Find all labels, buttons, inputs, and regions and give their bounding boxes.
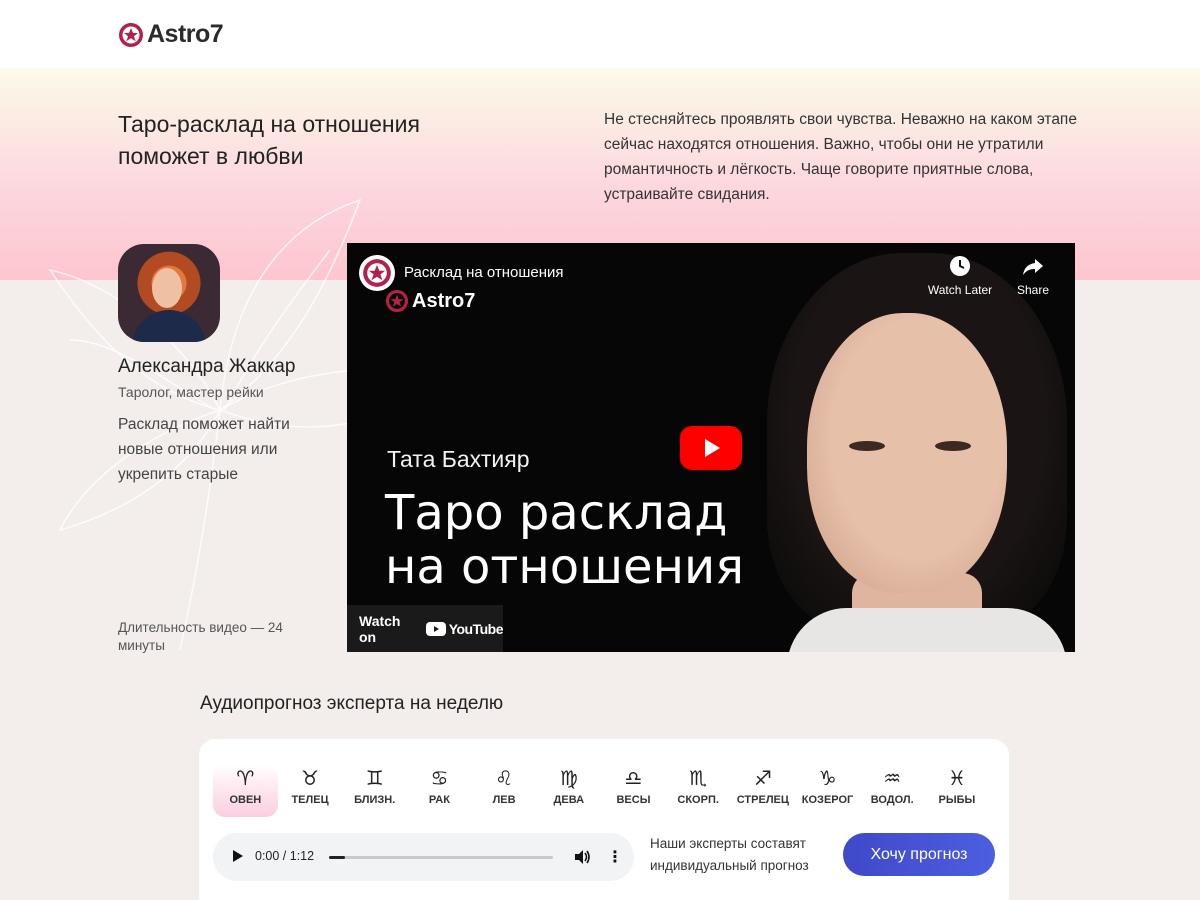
zodiac-sign-icon: ♏ bbox=[689, 766, 708, 790]
hero-text: Не стесняйтесь проявлять свои чувства. Н… bbox=[604, 111, 1077, 203]
channel-avatar[interactable] bbox=[359, 255, 395, 291]
zodiac-label: СТРЕЛЕЦ bbox=[736, 794, 789, 806]
zodiac-sign-icon: ♋ bbox=[430, 766, 449, 790]
video-headline: Таро расклад на отношения bbox=[385, 486, 744, 594]
zodiac-tab[interactable]: ♓ РЫБЫ bbox=[925, 765, 990, 817]
zodiac-label: ВЕСЫ bbox=[616, 794, 651, 806]
audio-section-title: Аудиопрогноз эксперта на неделю bbox=[200, 693, 504, 714]
zodiac-label: РЫБЫ bbox=[938, 794, 976, 806]
zodiac-sign-icon: ♒ bbox=[883, 766, 902, 790]
video-thumbnail-person bbox=[747, 243, 1075, 652]
zodiac-label: РАК bbox=[428, 794, 450, 806]
video-headline-line2: на отношения bbox=[385, 539, 745, 595]
zodiac-label: КОЗЕРОГ bbox=[801, 794, 854, 806]
zodiac-tab[interactable]: ♋ РАК bbox=[407, 765, 472, 817]
zodiac-sign-icon: ♌ bbox=[495, 766, 514, 790]
thumbnail-eye bbox=[849, 441, 885, 451]
author-avatar bbox=[118, 244, 220, 342]
zodiac-tab[interactable]: ♉ ТЕЛЕЦ bbox=[278, 765, 343, 817]
author-role: Таролог, мастер рейки bbox=[118, 384, 264, 400]
youtube-video-embed[interactable]: Расклад на отношения Astro7 Watch Later … bbox=[347, 243, 1075, 652]
watch-later-button[interactable]: Watch Later bbox=[920, 255, 1000, 297]
video-person-name: Тата Бахтияр bbox=[387, 446, 530, 472]
share-button[interactable]: Share bbox=[993, 255, 1073, 297]
zodiac-tab[interactable]: ♌ ЛЕВ bbox=[472, 765, 537, 817]
youtube-wordmark: YouTube bbox=[448, 620, 504, 637]
zodiac-label: СКОРП. bbox=[677, 794, 719, 806]
zodiac-label: ОВЕН bbox=[229, 794, 262, 806]
video-title[interactable]: Расклад на отношения bbox=[404, 264, 564, 281]
audio-progress-track[interactable] bbox=[329, 856, 553, 859]
hero-title: Таро-расклад на отношения поможет в любв… bbox=[118, 111, 420, 169]
video-brand-logo: Astro7 bbox=[385, 289, 475, 313]
video-headline-line1: Таро расклад bbox=[385, 485, 728, 541]
zodiac-sign-icon: ♐ bbox=[753, 766, 772, 790]
zodiac-label: ДЕВА bbox=[553, 794, 585, 806]
zodiac-sign-icon: ♑ bbox=[818, 766, 837, 790]
author-name: Александра Жаккар bbox=[118, 356, 296, 377]
video-brand-name: Astro7 bbox=[412, 289, 476, 312]
zodiac-tab[interactable]: ♍ ДЕВА bbox=[536, 765, 601, 817]
zodiac-sign-icon: ♉ bbox=[301, 766, 319, 790]
thumbnail-eye bbox=[935, 441, 971, 451]
zodiac-sign-icon: ♓ bbox=[947, 766, 966, 790]
want-forecast-button[interactable]: Хочу прогноз bbox=[843, 833, 995, 876]
astro7-star-icon bbox=[363, 259, 391, 287]
zodiac-tab[interactable]: ♈ ОВЕН bbox=[213, 765, 278, 817]
zodiac-tab[interactable]: ♊ БЛИЗН. bbox=[342, 765, 407, 817]
watch-on-youtube-button[interactable]: Watch on YouTube bbox=[347, 605, 504, 652]
zodiac-sign-icon: ♎ bbox=[624, 766, 643, 790]
play-icon[interactable] bbox=[233, 850, 243, 862]
share-label: Share bbox=[1016, 283, 1050, 297]
watch-later-label: Watch Later bbox=[927, 283, 993, 297]
thumbnail-face bbox=[807, 313, 1007, 593]
zodiac-label: ЛЕВ bbox=[492, 794, 516, 806]
clock-icon bbox=[950, 256, 970, 276]
youtube-play-icon bbox=[425, 621, 446, 636]
author-description: Расклад поможет найти новые отношения ил… bbox=[118, 416, 290, 483]
video-duration: Длительность видео — 24 минуты bbox=[118, 620, 283, 653]
avatar-body bbox=[132, 310, 206, 342]
more-options-icon[interactable]: ⋮ bbox=[607, 847, 623, 867]
avatar-face bbox=[152, 268, 182, 308]
zodiac-label: ТЕЛЕЦ bbox=[291, 794, 329, 806]
thumbnail-shirt bbox=[787, 608, 1067, 652]
site-header: Astro7 bbox=[0, 0, 1200, 68]
zodiac-tab[interactable]: ♒ ВОДОЛ. bbox=[860, 765, 925, 817]
zodiac-label: ВОДОЛ. bbox=[870, 794, 914, 806]
zodiac-tab[interactable]: ♎ ВЕСЫ bbox=[601, 765, 666, 817]
audio-forecast-card: ♈ ОВЕН ♉ ТЕЛЕЦ ♊ БЛИЗН. ♋ РАК ♌ ЛЕВ ♍ ДЕВА ♎ ВЕСЫ ♏ СКО… bbox=[199, 739, 1009, 900]
watch-on-label: Watch on bbox=[359, 612, 401, 645]
audio-player[interactable]: 0:00 / 1:12 ⋮ bbox=[213, 833, 634, 881]
youtube-logo: YouTube bbox=[425, 620, 504, 637]
astro7-star-icon bbox=[385, 289, 409, 313]
zodiac-tab[interactable]: ♏ СКОРП. bbox=[666, 765, 731, 817]
zodiac-label: БЛИЗН. bbox=[354, 794, 396, 806]
zodiac-tabs: ♈ ОВЕН ♉ ТЕЛЕЦ ♊ БЛИЗН. ♋ РАК ♌ ЛЕВ ♍ ДЕВА ♎ ВЕСЫ ♏ СКО… bbox=[213, 765, 989, 817]
audio-progress-fill bbox=[329, 856, 345, 859]
zodiac-sign-icon: ♊ bbox=[365, 766, 384, 790]
share-arrow-icon bbox=[1023, 259, 1043, 275]
astro7-star-icon bbox=[119, 22, 143, 47]
play-icon[interactable] bbox=[680, 426, 742, 470]
brand-name: Astro7 bbox=[147, 20, 224, 48]
brand-logo[interactable]: Astro7 bbox=[118, 20, 224, 49]
zodiac-sign-icon: ♍ bbox=[559, 766, 578, 790]
zodiac-sign-icon: ♈ bbox=[236, 766, 255, 790]
zodiac-tab[interactable]: ♑ КОЗЕРОГ bbox=[795, 765, 860, 817]
volume-icon[interactable] bbox=[573, 848, 591, 866]
forecast-hint: Наши эксперты составят индивидуальный пр… bbox=[650, 836, 809, 873]
audio-time: 0:00 / 1:12 bbox=[255, 849, 315, 863]
zodiac-tab[interactable]: ♐ СТРЕЛЕЦ bbox=[731, 765, 796, 817]
